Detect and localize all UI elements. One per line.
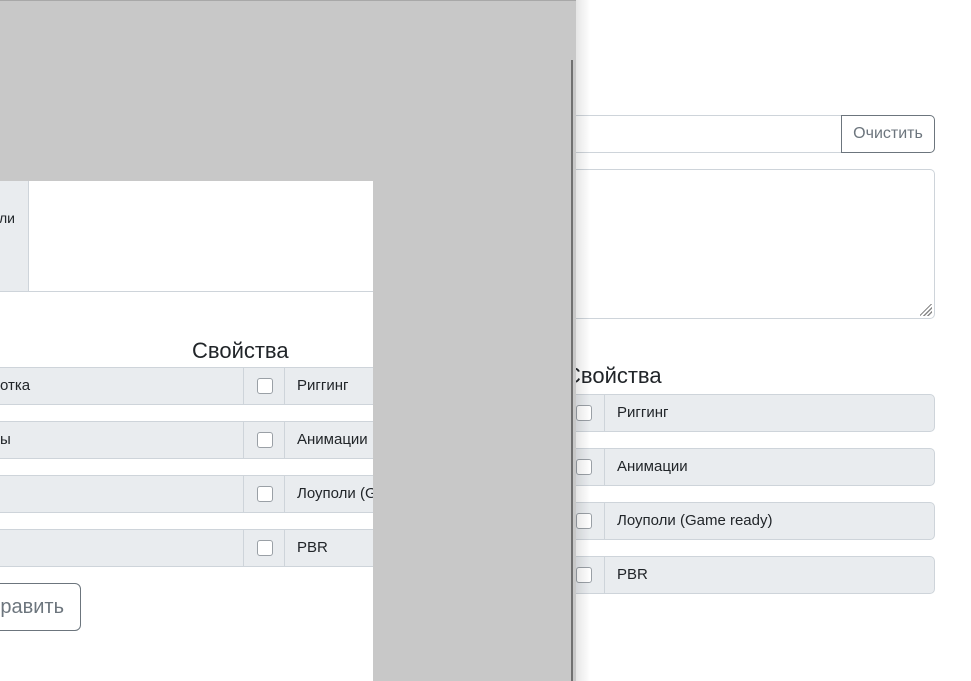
fg-property-row-animations: Анимации <box>244 421 373 459</box>
resize-grip-icon[interactable] <box>920 304 932 316</box>
bg-clear-button[interactable]: Очистить <box>841 115 935 153</box>
bg-property-row-lowpoly: Лоуполи (Game ready) <box>560 502 935 540</box>
fg-form-panel: ли Свойства отка Риггинг ы Анимации Лоуп… <box>0 181 373 681</box>
fg-checkbox-lowpoly[interactable] <box>257 486 273 502</box>
fg-left-row <box>0 529 244 567</box>
fg-left-row-label: отка <box>0 377 31 394</box>
bg-property-row-pbr: PBR <box>560 556 935 594</box>
window-scroll-edge[interactable] <box>571 60 573 681</box>
fg-checkbox-rigging[interactable] <box>257 378 273 394</box>
fg-checkbox-cell <box>244 476 285 512</box>
fg-property-label: PBR <box>297 539 328 556</box>
fg-input-group-text: ли <box>0 181 29 291</box>
fg-checkbox-cell <box>244 368 285 404</box>
overlay-gray-area <box>0 0 576 181</box>
bg-text-input[interactable] <box>560 115 842 153</box>
fg-property-label: Лоуполи (G <box>297 485 373 502</box>
fg-property-row-pbr: PBR <box>244 529 373 567</box>
fg-left-row: ы <box>0 421 244 459</box>
fg-left-row: отка <box>0 367 244 405</box>
fg-input-group-label: ли <box>0 210 15 226</box>
fg-left-row <box>0 475 244 513</box>
fg-checkbox-cell <box>244 422 285 458</box>
window-top-border <box>0 0 576 1</box>
fg-checkbox-cell <box>244 530 285 566</box>
bg-property-row-rigging: Риггинг <box>560 394 935 432</box>
fg-property-row-rigging: Риггинг <box>244 367 373 405</box>
fg-properties-title: Свойства <box>192 338 289 363</box>
bg-property-row-animations: Анимации <box>560 448 935 486</box>
bg-property-label: PBR <box>617 566 648 583</box>
fg-send-button[interactable]: равить <box>0 583 81 631</box>
fg-textarea[interactable] <box>29 181 373 291</box>
fg-property-label: Риггинг <box>297 377 349 394</box>
window-shadow <box>576 0 590 681</box>
overlay-gray-area-right <box>373 181 576 681</box>
fg-checkbox-animations[interactable] <box>257 432 273 448</box>
bg-property-label: Анимации <box>617 458 688 475</box>
fg-divider <box>0 291 373 292</box>
bg-property-label: Лоуполи (Game ready) <box>617 512 773 529</box>
fg-send-button-label: равить <box>0 596 64 618</box>
fg-property-label: Анимации <box>297 431 368 448</box>
fg-checkbox-pbr[interactable] <box>257 540 273 556</box>
fg-left-row-label: ы <box>0 431 11 448</box>
bg-textarea[interactable] <box>560 169 935 319</box>
bg-property-label: Риггинг <box>617 404 669 421</box>
fg-property-row-lowpoly: Лоуполи (G <box>244 475 373 513</box>
